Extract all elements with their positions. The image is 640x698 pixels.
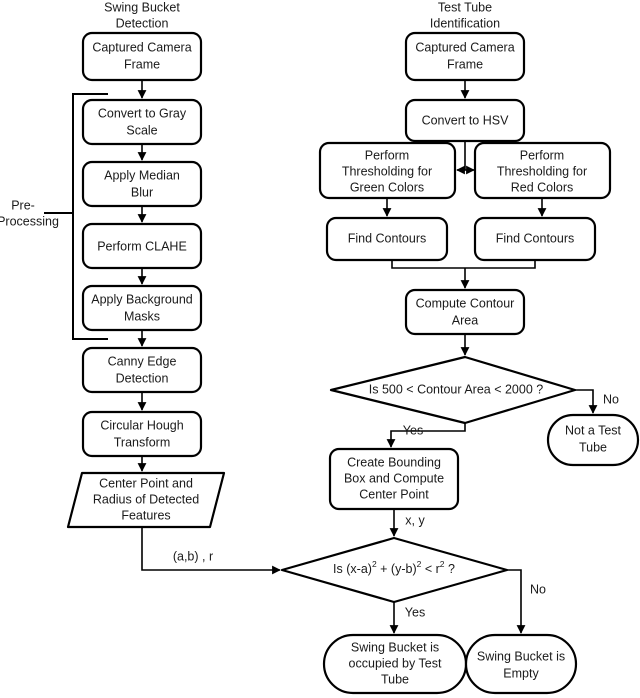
node-center-point-and-radius[interactable]: Center Point and Radius of Detected Feat…	[66, 471, 226, 529]
node-label-line1: Convert to Gray	[98, 106, 187, 120]
title-left-line2: Detection	[116, 16, 169, 30]
node-label-line2: Detection	[116, 371, 169, 385]
edge-label-yes-inside: Yes	[405, 605, 425, 619]
node-label-line1: Apply Median	[104, 168, 180, 182]
terminal-label-line1: Swing Bucket is	[477, 649, 565, 663]
edge-label-ab-r: (a,b) , r	[173, 549, 213, 563]
edge-label-no-area: No	[603, 392, 619, 406]
node-label-line3: Center Point	[359, 487, 429, 501]
node-perform-clahe[interactable]: Perform CLAHE	[81, 222, 203, 270]
flowchart-canvas: Swing Bucket Detection Test Tube Identif…	[0, 0, 640, 698]
title-left-line1: Swing Bucket	[104, 0, 180, 14]
node-label-line1: Create Bounding	[347, 455, 441, 469]
node-right-captured-camera-frame[interactable]: Captured Camera Frame	[404, 31, 526, 82]
terminal-label-line2: Tube	[579, 440, 607, 454]
connector-inside-yes: Yes	[389, 602, 425, 634]
edge-label-xy: x, y	[405, 513, 425, 527]
decision-contour-area-range[interactable]: Is 500 < Contour Area < 2000 ?	[329, 355, 577, 425]
connector-area-no: No	[575, 389, 619, 414]
node-label-line1: Captured Camera	[415, 40, 514, 54]
node-label-line1: Captured Camera	[92, 40, 191, 54]
node-find-contours-red[interactable]: Find Contours	[473, 216, 597, 262]
decision-part-3: < r	[421, 562, 439, 576]
decision-part-2: + (y-b)	[377, 562, 417, 576]
terminal-label-line2: Empty	[503, 666, 539, 680]
node-label-line2: Scale	[126, 123, 157, 137]
node-threshold-green[interactable]: Perform Thresholding for Green Colors	[318, 141, 457, 200]
node-compute-contour-area[interactable]: Compute Contour Area	[404, 288, 526, 336]
title-swing-bucket-detection: Swing Bucket Detection	[104, 0, 180, 30]
connector-area-yes: Yes	[386, 423, 466, 448]
terminal-not-a-test-tube[interactable]: Not a Test Tube	[546, 413, 640, 467]
node-apply-background-masks[interactable]: Apply Background Masks	[81, 284, 203, 332]
terminal-label-line2: occupied by Test	[349, 656, 442, 670]
edge-label-yes-area: Yes	[403, 423, 423, 437]
connector-merge-bar	[391, 260, 536, 269]
edge-label-no-inside: No	[530, 582, 546, 596]
node-find-contours-green[interactable]: Find Contours	[325, 216, 449, 262]
node-threshold-red[interactable]: Perform Thresholding for Red Colors	[473, 141, 612, 200]
node-label-line1: Center Point and	[99, 476, 193, 490]
node-label-line1: Find Contours	[348, 231, 427, 245]
node-label-line1: Perform	[365, 148, 409, 162]
node-label-line3: Red Colors	[511, 180, 574, 194]
node-label-line3: Features	[121, 508, 170, 522]
node-label-line1: Convert to HSV	[422, 113, 510, 127]
terminal-swing-bucket-empty[interactable]: Swing Bucket is Empty	[464, 633, 578, 695]
node-left-captured-camera-frame[interactable]: Captured Camera Frame	[81, 31, 203, 82]
connector-contours-merge	[391, 260, 536, 289]
terminal-label-line1: Swing Bucket is	[351, 640, 439, 654]
node-label-line1: Find Contours	[496, 231, 575, 245]
node-apply-median-blur[interactable]: Apply Median Blur	[81, 160, 203, 208]
node-label-line1: Apply Background	[91, 292, 193, 306]
node-label-line2: Transform	[114, 435, 171, 449]
title-right-line2: Identification	[430, 16, 500, 30]
node-circular-hough-transform[interactable]: Circular Hough Transform	[81, 410, 203, 458]
node-create-bounding-box[interactable]: Create Bounding Box and Compute Center P…	[328, 447, 460, 511]
node-label-line1: Circular Hough	[100, 418, 183, 432]
node-label-line2: Thresholding for	[497, 164, 587, 178]
bracket-label-line1: Pre-	[11, 198, 35, 212]
bracket-label-line2: Processing	[0, 214, 59, 228]
terminal-occupied-by-test-tube[interactable]: Swing Bucket is occupied by Test Tube	[322, 633, 468, 695]
node-label-line2: Box and Compute	[344, 471, 444, 485]
connector-inside-no: No	[507, 569, 546, 634]
decision-part-4: ?	[445, 562, 455, 576]
node-label-line2: Masks	[124, 309, 160, 323]
terminal-label-line1: Not a Test	[565, 423, 622, 437]
decision-part-1: Is (x-a)	[333, 562, 372, 576]
title-right-line1: Test Tube	[438, 0, 492, 14]
node-label-line2: Frame	[447, 57, 483, 71]
decision-point-inside-circle[interactable]: Is (x-a)2 + (y-b)2 < r2 ?	[280, 536, 509, 604]
node-label-line2: Area	[452, 313, 478, 327]
node-label-line2: Frame	[124, 57, 160, 71]
node-label-line1: Canny Edge	[108, 354, 177, 368]
node-label-line2: Thresholding for	[342, 164, 432, 178]
node-label-line2: Blur	[131, 185, 153, 199]
node-convert-to-gray-scale[interactable]: Convert to Gray Scale	[81, 98, 203, 146]
title-test-tube-identification: Test Tube Identification	[430, 0, 500, 30]
terminal-shape	[464, 633, 578, 695]
node-label-line1: Perform CLAHE	[97, 239, 187, 253]
decision-label: Is (x-a)2 + (y-b)2 < r2 ?	[333, 559, 455, 576]
terminal-label-line3: Tube	[381, 672, 409, 686]
node-label-line2: Radius of Detected	[93, 492, 199, 506]
connector-xy: x, y	[389, 509, 425, 537]
decision-label: Is 500 < Contour Area < 2000 ?	[369, 382, 543, 396]
connector-path	[575, 389, 598, 414]
node-label-line1: Perform	[520, 148, 564, 162]
connector-ab-r: (a,b) , r	[141, 527, 281, 575]
node-label-line3: Green Colors	[350, 180, 424, 194]
node-label-line1: Compute Contour	[416, 296, 515, 310]
connector-path	[507, 569, 526, 634]
node-convert-to-hsv[interactable]: Convert to HSV	[404, 98, 526, 143]
connector-hsv-split	[456, 141, 475, 175]
node-canny-edge-detection[interactable]: Canny Edge Detection	[81, 346, 203, 394]
